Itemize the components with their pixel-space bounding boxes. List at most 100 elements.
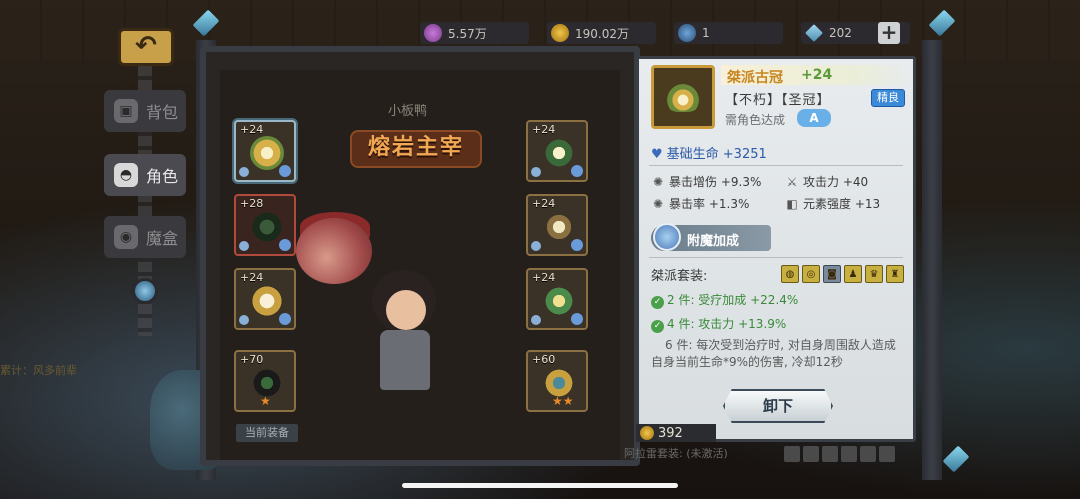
quality-badge: 精良 (871, 89, 905, 107)
flower-icon (571, 165, 583, 177)
gem-socket-icon (239, 167, 249, 177)
sword-icon: ⚔ (786, 175, 798, 189)
set-bonus-2: ✓ 2 件: 受疗加成 +22.4% (651, 291, 798, 309)
vine-necklace-icon (250, 210, 284, 244)
equip-slot-offhand[interactable]: +60 ★★ (526, 350, 588, 412)
flower-icon (571, 239, 583, 251)
equip-slot-bracelet[interactable]: +24 (526, 120, 588, 182)
star-rating: ★★ (552, 394, 574, 408)
left-hint-text: 累计：风多前辈 (0, 364, 77, 377)
set-armor-icon: ◙ (823, 265, 841, 283)
pet-character (296, 218, 372, 284)
resource-bar: 5.57万 190.02万 1 202 (420, 22, 910, 44)
check-icon: ✓ (651, 320, 664, 333)
set-helmet-icon: ◍ (781, 265, 799, 283)
nav-backpack[interactable]: ▣ 背包 (104, 90, 186, 132)
equip-slot-crown[interactable]: +24 (234, 120, 296, 182)
hero-face (386, 290, 426, 330)
set-slot-icon (784, 446, 800, 462)
enchant-orb-icon (653, 223, 681, 251)
gem-icon (424, 24, 442, 42)
gem-resource: 5.57万 (420, 22, 529, 44)
card-header: 桀派古冠 +24 【不朽】【圣冠】 精良 需角色达成 A (639, 59, 913, 131)
crown-icon (664, 82, 702, 112)
flower-icon (279, 313, 291, 325)
set-ring-icon: ◎ (802, 265, 820, 283)
gold-resource: 190.02万 (547, 22, 656, 44)
equip-slot-earring[interactable]: +24 (526, 194, 588, 256)
item-tags: 【不朽】【圣冠】 (725, 93, 831, 108)
hero-character (380, 330, 430, 390)
equip-slot-charm[interactable]: +24 (526, 268, 588, 330)
rank-badge: A (797, 109, 831, 127)
set-piece-icons: ◍ ◎ ◙ ♟ ♛ ♜ (781, 265, 904, 283)
item-detail-card: 桀派古冠 +24 【不朽】【圣冠】 精良 需角色达成 A ♥ 基础生命 +3251… (636, 56, 916, 442)
orb-resource: 1 (674, 22, 783, 44)
gem-socket-icon (239, 315, 249, 325)
earring-icon (542, 210, 576, 244)
flower-icon (279, 165, 291, 177)
set-slot-icon (879, 446, 895, 462)
element-icon: ◧ (786, 197, 798, 211)
set-boots-icon: ♟ (844, 265, 862, 283)
set-bonus-4: ✓ 4 件: 攻击力 +13.9% (651, 315, 786, 333)
add-diamond-button[interactable]: + (878, 22, 900, 44)
set-crown-icon: ♛ (865, 265, 883, 283)
equip-slot-necklace[interactable]: +28 (234, 194, 296, 256)
nav-magic-box[interactable]: ◉ 魔盒 (104, 216, 186, 258)
orb-icon (678, 24, 696, 42)
flower-icon (279, 239, 291, 251)
diamond-icon (805, 24, 823, 42)
flower-bracelet-icon (542, 136, 576, 170)
heart-icon: ♥ (651, 147, 663, 162)
other-set-icons (784, 446, 895, 462)
gem-socket-icon (531, 241, 541, 251)
item-level: +24 (801, 67, 833, 83)
set-label: 桀派套装: (651, 269, 708, 284)
enchant-bonus-button[interactable]: 附魔加成 (651, 223, 771, 251)
divider (649, 257, 903, 258)
lily-ring-icon (250, 284, 284, 318)
requirement-text: 需角色达成 (725, 113, 786, 127)
title-banner: 熔岩主宰 (350, 130, 482, 168)
current-equipment-label: 当前装备 (236, 424, 298, 442)
stat-crit-damage: ✺ 暴击增伤 +9.3% (652, 175, 762, 189)
chain-orb-icon (132, 278, 158, 304)
item-name: 桀派古冠 (727, 70, 783, 86)
crown-icon (250, 136, 284, 170)
magic-box-icon: ◉ (114, 225, 138, 249)
flower-icon (571, 313, 583, 325)
crit-icon: ✺ (652, 175, 664, 189)
gem-socket-icon (531, 167, 541, 177)
nav-character[interactable]: ◓ 角色 (104, 154, 186, 196)
sell-price: 392 (636, 424, 716, 442)
gold-coin-icon (640, 426, 654, 440)
stat-attack: ⚔ 攻击力 +40 (786, 175, 869, 189)
backpack-icon: ▣ (114, 99, 138, 123)
set-slot-icon (841, 446, 857, 462)
set-trophy-icon: ♜ (886, 265, 904, 283)
crit-icon: ✺ (652, 197, 664, 211)
equip-slot-weapon[interactable]: +70 ★ (234, 350, 296, 412)
equip-slot-ring[interactable]: +24 (234, 268, 296, 330)
divider (649, 165, 903, 166)
set-slot-icon (803, 446, 819, 462)
back-button[interactable]: ↶ (118, 28, 174, 66)
item-icon-frame (651, 65, 715, 129)
gem-socket-icon (531, 315, 541, 325)
main-stat: ♥ 基础生命 +3251 (651, 147, 767, 162)
home-indicator[interactable] (402, 483, 678, 488)
set-slot-icon (860, 446, 876, 462)
unequip-button[interactable]: 卸下 (723, 389, 833, 423)
right-pillar (922, 40, 942, 480)
star-rating: ★ (260, 394, 271, 408)
stat-element: ◧ 元素强度 +13 (786, 197, 881, 211)
gold-coin-icon (551, 24, 569, 42)
charm-icon (542, 284, 576, 318)
set-slot-icon (822, 446, 838, 462)
set-bonus-6: 6 件: 每次受到治疗时, 对自身周围敌人造成自身当前生命*9%的伤害, 冷却1… (651, 338, 896, 369)
helmet-icon: ◓ (114, 163, 138, 187)
check-icon: ✓ (651, 296, 664, 309)
hero-name: 小板鸭 (388, 104, 428, 119)
stat-crit-rate: ✺ 暴击率 +1.3% (652, 197, 750, 211)
